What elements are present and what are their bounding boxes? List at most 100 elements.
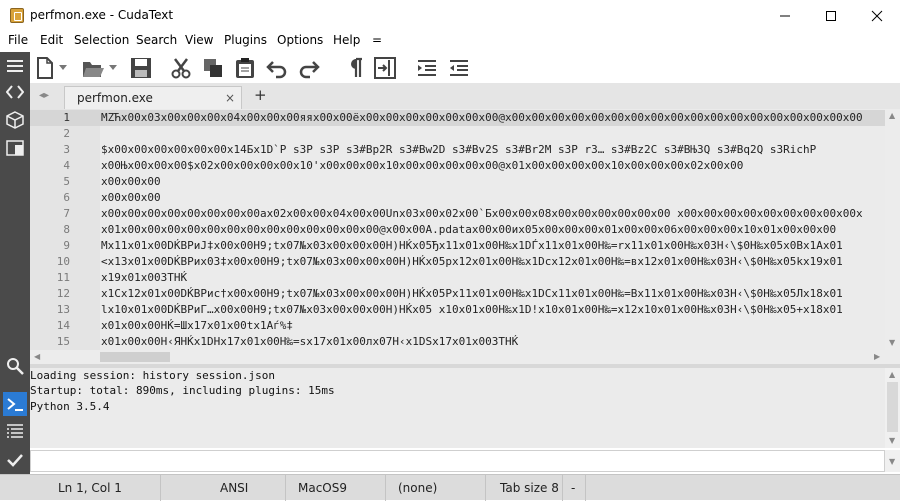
open-dropdown-button[interactable]: [106, 55, 120, 81]
line-number: 7: [63, 207, 70, 220]
new-file-button[interactable]: [32, 55, 58, 81]
scroll-up-icon[interactable]: ▲: [889, 111, 895, 120]
tab-nav-arrows[interactable]: ◂▸: [39, 90, 49, 101]
editor-vertical-scrollbar[interactable]: ▲ ▼: [885, 109, 900, 350]
open-file-button[interactable]: [80, 55, 106, 81]
word-wrap-button[interactable]: [372, 55, 398, 81]
unindent-icon: [450, 60, 468, 76]
sidebar-console-button[interactable]: [3, 392, 27, 416]
undo-button[interactable]: [264, 55, 290, 81]
console-input-scrollbar[interactable]: ▼: [885, 450, 900, 472]
sidebar-output-button[interactable]: [3, 419, 27, 443]
menu-help[interactable]: Help: [333, 33, 360, 47]
status-line-ends[interactable]: MacOS9: [298, 481, 347, 495]
paste-button[interactable]: [232, 55, 258, 81]
status-bar: Ln 1, Col 1 ANSI MacOS9 (none) Tab size …: [0, 474, 900, 501]
scroll-left-icon[interactable]: ◀: [34, 352, 40, 361]
editor-line[interactable]: 4 x00Њx00x00x00$x02x00x00x00x00x10'x00x00…: [30, 158, 885, 174]
console-line: Python 3.5.4: [30, 400, 110, 413]
sidebar-project-button[interactable]: [3, 108, 27, 132]
editor-line[interactable]: 12 x1Cx12x01x00DЌВРис†x00x00H9;tx07№x03x0…: [30, 286, 885, 302]
indent-button[interactable]: [414, 55, 440, 81]
cut-button[interactable]: [168, 55, 194, 81]
console-scrollbar[interactable]: ▲ ▼: [885, 368, 900, 448]
line-number: 13: [56, 303, 70, 316]
undo-icon: [266, 61, 287, 79]
sidebar-code-tree-button[interactable]: [3, 80, 27, 104]
redo-button[interactable]: [296, 55, 322, 81]
sidebar-tabs-button[interactable]: [3, 136, 27, 160]
new-file-icon: [37, 57, 53, 79]
menu-extra[interactable]: =: [372, 33, 382, 47]
menu-search[interactable]: Search: [136, 33, 177, 47]
console-input-scroll-icon[interactable]: ▼: [889, 457, 895, 466]
editor-line[interactable]: 15 x01x00x00H‹ЯНЌx1DНx17x01x00H‰=sx17x01x…: [30, 334, 885, 350]
line-number: 5: [63, 175, 70, 188]
sidebar-search-button[interactable]: [3, 354, 27, 378]
status-encoding[interactable]: ANSI: [220, 481, 248, 495]
editor-line[interactable]: 10 <x13x01x00DЌВРиx03‡x00x00H9;tx07№x03x0…: [30, 254, 885, 270]
wrap-icon: [374, 57, 396, 79]
menu-file[interactable]: File: [8, 33, 28, 47]
pilcrow-icon: [351, 57, 362, 77]
line-text: Mx11x01x00DЌВРиJ‡x00x00H9;tx07№x03x00x00…: [101, 239, 843, 252]
maximize-icon: [826, 10, 836, 21]
close-icon: [871, 10, 883, 21]
console-line: Startup: total: 890ms, including plugins…: [30, 384, 335, 397]
window-title: perfmon.exe - CudaText: [30, 8, 174, 22]
tab-perfmon[interactable]: perfmon.exe ×: [64, 86, 242, 109]
editor-line[interactable]: 1 MZЋx00x03x00x00x00x04x00x00x00яяx00x00ё…: [30, 110, 885, 126]
open-dropdown-icon: [109, 65, 117, 70]
editor-horizontal-scrollbar[interactable]: ◀ ▶: [30, 350, 885, 364]
editor-line[interactable]: 8 x01x00x00x00x00x00x00x00x00x00x00x00x00…: [30, 222, 885, 238]
editor-line[interactable]: 3 $x00x00x00x00x00x00x14Бx1D`P s3P s3P s3…: [30, 142, 885, 158]
add-tab-button[interactable]: +: [254, 86, 267, 104]
sidebar-menu-button[interactable]: [3, 54, 27, 78]
close-button[interactable]: [854, 0, 900, 31]
new-dropdown-icon: [59, 65, 67, 70]
editor-line[interactable]: 5 x00x00x00: [30, 174, 885, 190]
scroll-corner: [885, 350, 900, 364]
editor-line[interactable]: 2: [30, 126, 885, 142]
menu-plugins[interactable]: Plugins: [224, 33, 267, 47]
line-number: 9: [63, 239, 70, 252]
scroll-down-icon[interactable]: ▼: [889, 338, 895, 347]
editor-line[interactable]: 7 x00x00x00x00x00x00x00x00аx02x00x00x04x0…: [30, 206, 885, 222]
maximize-button[interactable]: [808, 0, 854, 31]
editor-line[interactable]: 11 x19x01x003ТНЌ: [30, 270, 885, 286]
tab-close-icon[interactable]: ×: [225, 91, 235, 105]
editor-line[interactable]: 6 x00x00x00: [30, 190, 885, 206]
line-number: 10: [56, 255, 70, 268]
console-input[interactable]: [30, 450, 885, 472]
save-button[interactable]: [128, 55, 154, 81]
editor[interactable]: 1 MZЋx00x03x00x00x00x04x00x00x00яяx00x00ё…: [30, 109, 885, 350]
sidebar: [0, 52, 30, 474]
line-text: <x13x01x00DЌВРиx03‡x00x00H9;tx07№x03x00x…: [101, 255, 843, 268]
horizontal-scroll-thumb[interactable]: [100, 352, 170, 362]
copy-button[interactable]: [200, 55, 226, 81]
unindent-button[interactable]: [446, 55, 472, 81]
console-scroll-down-icon[interactable]: ▼: [889, 436, 895, 445]
minimize-icon: [780, 15, 790, 16]
menu-edit[interactable]: Edit: [40, 33, 63, 47]
menu-selection[interactable]: Selection: [74, 33, 129, 47]
console-scroll-thumb[interactable]: [887, 382, 898, 432]
editor-line[interactable]: 13 lx10x01x00DЌВРиГ…x00x00H9;tx07№x03x00x…: [30, 302, 885, 318]
scroll-right-icon[interactable]: ▶: [874, 352, 880, 361]
new-dropdown-button[interactable]: [56, 55, 70, 81]
status-extra: -: [571, 481, 576, 495]
line-number: 1: [63, 111, 70, 124]
editor-line[interactable]: 9 Mx11x01x00DЌВРиJ‡x00x00H9;tx07№x03x00x0…: [30, 238, 885, 254]
console-scroll-up-icon[interactable]: ▲: [889, 370, 895, 379]
editor-line[interactable]: 14 x01x00x00НЌ=Шx17x01x00tx1Aѓ%‡: [30, 318, 885, 334]
show-unprinted-button[interactable]: [342, 55, 368, 81]
tab-label: perfmon.exe: [77, 91, 153, 105]
status-lexer[interactable]: (none): [398, 481, 437, 495]
status-position[interactable]: Ln 1, Col 1: [58, 481, 122, 495]
menu-view[interactable]: View: [185, 33, 213, 47]
project-icon: [6, 111, 24, 129]
status-tab-size[interactable]: Tab size 8: [500, 481, 559, 495]
sidebar-validate-button[interactable]: [3, 448, 27, 472]
menu-options[interactable]: Options: [277, 33, 323, 47]
minimize-button[interactable]: [762, 0, 808, 31]
